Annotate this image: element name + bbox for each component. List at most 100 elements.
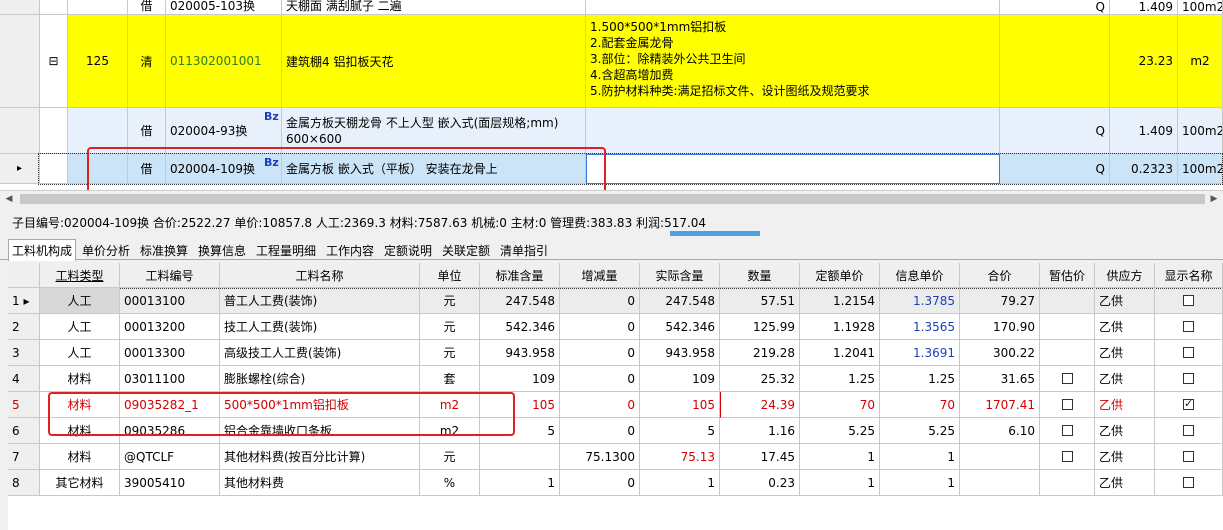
row-number[interactable]: 1 ▸: [8, 288, 40, 314]
col-std-qty-header[interactable]: 标准含量: [480, 263, 560, 288]
show-name-checkbox[interactable]: [1183, 373, 1194, 384]
tab-conversion-info[interactable]: 换算信息: [195, 240, 249, 260]
row-number[interactable]: 5: [8, 392, 40, 418]
cell-quantity[interactable]: 0.23: [720, 470, 800, 496]
col-info-price-header[interactable]: 信息单价: [880, 263, 960, 288]
cell-type[interactable]: 材料: [40, 366, 120, 392]
cell-supplier[interactable]: 乙供: [1095, 366, 1155, 392]
cell-total[interactable]: 300.22: [960, 340, 1040, 366]
grid-row-bill-item[interactable]: ⊟ 125 清 011302001001 建筑棚4 铝扣板天花 1.500*50…: [0, 15, 1223, 108]
table-row[interactable]: 4 材料 03011100 膨胀螺栓(综合) 套 109 0 109 25.32 1.25 1.25…: [8, 366, 1223, 392]
col-type-header[interactable]: 工料类型: [40, 263, 120, 288]
cell-info-price[interactable]: 1: [880, 470, 960, 496]
cell-std-qty[interactable]: [480, 444, 560, 470]
cell-name[interactable]: 其他材料费(按百分比计算): [220, 444, 420, 470]
cell-code[interactable]: 39005410: [120, 470, 220, 496]
show-name-checkbox[interactable]: [1183, 295, 1194, 306]
cell-delta[interactable]: 75.1300: [560, 444, 640, 470]
show-name-checkbox[interactable]: [1183, 347, 1194, 358]
cell-info-price[interactable]: 1.25: [880, 366, 960, 392]
estimate-checkbox[interactable]: [1061, 399, 1073, 410]
cell-std-qty[interactable]: 5: [480, 418, 560, 444]
col-total-header[interactable]: 合价: [960, 263, 1040, 288]
item-grid[interactable]: 借 020005-103换 天棚面 满刮腻子 二遍 Q 1.409 100m2 …: [0, 0, 1223, 190]
cell-type[interactable]: 材料: [40, 392, 120, 418]
cell-actual-qty[interactable]: 1: [640, 470, 720, 496]
cell-type[interactable]: 材料: [40, 418, 120, 444]
cell-delta[interactable]: 0: [560, 314, 640, 340]
show-name-checkbox[interactable]: [1183, 425, 1194, 436]
cell-name[interactable]: 普工人工费(装饰): [220, 288, 420, 314]
col-name-header[interactable]: 工料名称: [220, 263, 420, 288]
table-row[interactable]: 7 材料 @QTCLF 其他材料费(按百分比计算) 元 75.1300 75.13 17.45…: [8, 444, 1223, 470]
cell-delta[interactable]: 0: [560, 392, 640, 418]
cell-actual-qty[interactable]: 105: [640, 392, 720, 418]
table-row[interactable]: 8 其它材料 39005410 其他材料费% 1 0 1 0.23 1 1 乙供: [8, 470, 1223, 496]
description-edit-field[interactable]: [586, 154, 1000, 184]
cell-code[interactable]: 09035282_1: [120, 392, 220, 418]
col-delta-header[interactable]: 增减量: [560, 263, 640, 288]
cell-std-qty[interactable]: 1: [480, 470, 560, 496]
cell-info-price[interactable]: 1: [880, 444, 960, 470]
cell-quantity[interactable]: 24.39: [720, 392, 800, 418]
grid-row-quota-selected[interactable]: ▸ 借 020004-109换 Bz 金属方板 嵌入式（平板） 安装在龙骨上 Q…: [0, 154, 1223, 184]
cell-name[interactable]: 高级技工人工费(装饰): [220, 340, 420, 366]
grid-row[interactable]: 借 020005-103换 天棚面 满刮腻子 二遍 Q 1.409 100m2: [0, 0, 1223, 15]
cell-std-qty[interactable]: 943.958: [480, 340, 560, 366]
cell-quota-price[interactable]: 1.2041: [800, 340, 880, 366]
cell-supplier[interactable]: 乙供: [1095, 314, 1155, 340]
cell-unit[interactable]: 元: [420, 340, 480, 366]
cell-type[interactable]: 材料: [40, 444, 120, 470]
cell-type[interactable]: 其它材料: [40, 470, 120, 496]
tree-collapse-icon[interactable]: ⊟: [40, 15, 68, 108]
estimate-checkbox[interactable]: [1061, 373, 1073, 384]
cell-quantity[interactable]: 1.16: [720, 418, 800, 444]
cell-type[interactable]: 人工: [40, 288, 120, 314]
scroll-right-icon[interactable]: ▶: [1207, 192, 1221, 206]
col-estimate-header[interactable]: 暂估价: [1040, 263, 1095, 288]
cell-unit[interactable]: 套: [420, 366, 480, 392]
cell-quantity[interactable]: 57.51: [720, 288, 800, 314]
tab-quantity-detail[interactable]: 工程量明细: [253, 240, 319, 260]
tab-related-quota[interactable]: 关联定额: [439, 240, 493, 260]
col-rownum-header[interactable]: [8, 263, 40, 288]
cell-unit[interactable]: 元: [420, 314, 480, 340]
cell-total[interactable]: 1707.41: [960, 392, 1040, 418]
table-row[interactable]: 1 ▸ 人工 00013100 普工人工费(装饰) 元 247.548 0 247.548 57…: [8, 288, 1223, 314]
cell-delta[interactable]: 0: [560, 288, 640, 314]
cell-code[interactable]: 00013200: [120, 314, 220, 340]
scroll-thumb[interactable]: [20, 194, 1205, 204]
cell-actual-qty[interactable]: 542.346: [640, 314, 720, 340]
col-actual-qty-header[interactable]: 实际含量: [640, 263, 720, 288]
cell-supplier[interactable]: 乙供: [1095, 444, 1155, 470]
col-show-name-header[interactable]: 显示名称: [1155, 263, 1223, 288]
cell-quota-price[interactable]: 1: [800, 470, 880, 496]
cell-quota-price[interactable]: 1: [800, 444, 880, 470]
cell-info-price[interactable]: 1.3565: [880, 314, 960, 340]
tab-quota-notes[interactable]: 定额说明: [381, 240, 435, 260]
tab-material-composition[interactable]: 工料机构成: [8, 239, 77, 261]
cell-supplier[interactable]: 乙供: [1095, 470, 1155, 496]
cell-total[interactable]: 31.65: [960, 366, 1040, 392]
table-row[interactable]: 3 人工 00013300 高级技工人工费(装饰) 元 943.958 0 943.958 21…: [8, 340, 1223, 366]
cell-code[interactable]: @QTCLF: [120, 444, 220, 470]
cell-std-qty[interactable]: 105: [480, 392, 560, 418]
row-number[interactable]: 4: [8, 366, 40, 392]
cell-name[interactable]: 技工人工费(装饰): [220, 314, 420, 340]
cell-delta[interactable]: 0: [560, 470, 640, 496]
cell-name[interactable]: 铝合金靠墙收口条板: [220, 418, 420, 444]
show-name-checkbox[interactable]: [1183, 451, 1194, 462]
cell-actual-qty[interactable]: 247.548: [640, 288, 720, 314]
cell-std-qty[interactable]: 247.548: [480, 288, 560, 314]
cell-name[interactable]: 500*500*1mm铝扣板: [220, 392, 420, 418]
estimate-checkbox[interactable]: [1061, 451, 1073, 462]
cell-info-price[interactable]: 1.3785: [880, 288, 960, 314]
cell-code[interactable]: 09035286: [120, 418, 220, 444]
cell-type[interactable]: 人工: [40, 340, 120, 366]
col-quota-price-header[interactable]: 定额单价: [800, 263, 880, 288]
cell-type[interactable]: 人工: [40, 314, 120, 340]
cell-delta[interactable]: 0: [560, 340, 640, 366]
splitter-handle[interactable]: [670, 231, 760, 236]
table-row[interactable]: 2 人工 00013200 技工人工费(装饰) 元 542.346 0 542.346 125.…: [8, 314, 1223, 340]
cell-quantity[interactable]: 25.32: [720, 366, 800, 392]
